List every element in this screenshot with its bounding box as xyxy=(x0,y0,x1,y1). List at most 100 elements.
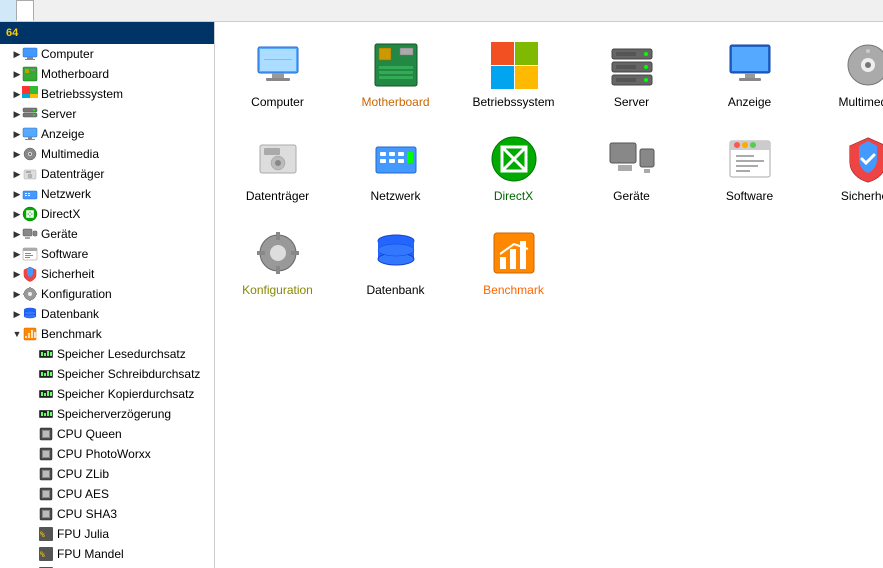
sidebar-item-motherboard[interactable]: ▶Motherboard xyxy=(0,64,214,84)
sidebar-item-fpu-sinjulia[interactable]: %FPU SinJulia xyxy=(0,564,214,568)
network-large-icon xyxy=(372,135,420,183)
sidebar-item-konfiguration[interactable]: ▶ Konfiguration xyxy=(0,284,214,304)
sidebar-item-netzwerk[interactable]: ▶Netzwerk xyxy=(0,184,214,204)
sidebar-item-directx[interactable]: ▶DirectX xyxy=(0,204,214,224)
software-large-icon xyxy=(726,135,774,183)
expand-arrow: ▶ xyxy=(12,149,22,160)
sidebar-item-speicher-verz[interactable]: Speicherverzögerung xyxy=(0,404,214,424)
sidebar-item-speicher-schreib[interactable]: Speicher Schreibdurchsatz xyxy=(0,364,214,384)
grid-item-benchmark[interactable]: Benchmark xyxy=(461,220,566,306)
sidebar-item-label: Server xyxy=(41,107,76,121)
benchmark-icon xyxy=(22,326,38,342)
grid-item-computer[interactable]: Computer xyxy=(225,32,330,118)
sidebar-item-label: CPU PhotoWorxx xyxy=(57,447,151,461)
config-large-icon xyxy=(254,229,302,277)
sidebar-item-multimedia[interactable]: ▶Multimedia xyxy=(0,144,214,164)
svg-text:%: % xyxy=(40,530,45,539)
grid-item-konfiguration[interactable]: Konfiguration xyxy=(225,220,330,306)
grid-item-motherboard[interactable]: Motherboard xyxy=(343,32,448,118)
fpu-bench-icon: % xyxy=(38,526,54,542)
sidebar-item-cpu-zlib[interactable]: CPU ZLib xyxy=(0,464,214,484)
sidebar-item-computer[interactable]: ▶ Computer xyxy=(0,44,214,64)
expand-arrow: ▶ xyxy=(12,129,22,140)
favorites-tab[interactable] xyxy=(16,0,34,21)
sidebar-item-sicherheit[interactable]: ▶ Sicherheit xyxy=(0,264,214,284)
motherboard-large-icon xyxy=(372,41,420,89)
grid-item-label: Multimedia xyxy=(838,95,883,109)
grid-item-software[interactable]: Software xyxy=(697,126,802,212)
grid-item-datenbank[interactable]: Datenbank xyxy=(343,220,448,306)
grid-item-directx[interactable]: DirectX xyxy=(461,126,566,212)
sidebar-item-datenbank[interactable]: ▶Datenbank xyxy=(0,304,214,324)
grid-item-datentraeger[interactable]: Datenträger xyxy=(225,126,330,212)
aida-icon: 64 xyxy=(6,27,18,39)
grid-item-netzwerk[interactable]: Netzwerk xyxy=(343,126,448,212)
grid-item-label: Konfiguration xyxy=(242,283,313,297)
expand-arrow: ▶ xyxy=(12,289,22,300)
sidebar-item-fpu-mandel[interactable]: %FPU Mandel xyxy=(0,544,214,564)
grid-item-label: Computer xyxy=(251,95,304,109)
grid-item-label: Software xyxy=(726,189,773,203)
sidebar-item-cpu-queen[interactable]: CPU Queen xyxy=(0,424,214,444)
sidebar-item-cpu-sha3[interactable]: CPU SHA3 xyxy=(0,504,214,524)
grid-item-multimedia[interactable]: Multimedia xyxy=(815,32,883,118)
devices-icon xyxy=(22,226,38,242)
sidebar-item-label: Sicherheit xyxy=(41,267,94,281)
bench-item-icon xyxy=(38,406,54,422)
sidebar-item-software[interactable]: ▶Software xyxy=(0,244,214,264)
sidebar-item-fpu-julia[interactable]: %FPU Julia xyxy=(0,524,214,544)
sidebar-item-geraete[interactable]: ▶Geräte xyxy=(0,224,214,244)
os-icon xyxy=(22,86,38,102)
database-icon xyxy=(22,306,38,322)
multimedia-large-icon xyxy=(844,41,883,89)
expand-arrow: ▶ xyxy=(12,309,22,320)
sidebar-item-label: Speicher Kopierdurchsatz xyxy=(57,387,194,401)
sidebar-item-speicher-kopier[interactable]: Speicher Kopierdurchsatz xyxy=(0,384,214,404)
sidebar-item-label: CPU Queen xyxy=(57,427,122,441)
sidebar-item-label: Datenträger xyxy=(41,167,104,181)
fpu-bench-icon: % xyxy=(38,546,54,562)
sidebar-item-speicher-lese[interactable]: Speicher Lesedurchsatz xyxy=(0,344,214,364)
grid-item-sicherheit[interactable]: Sicherheit xyxy=(815,126,883,212)
grid-item-geraete[interactable]: Geräte xyxy=(579,126,684,212)
sidebar-item-label: Betriebssystem xyxy=(41,87,123,101)
main-container: 64 ▶Computer▶Motherboard▶Betriebssystem▶… xyxy=(0,22,883,568)
sidebar-item-cpu-photo[interactable]: CPU PhotoWorxx xyxy=(0,444,214,464)
security-icon xyxy=(22,266,38,282)
sidebar-item-label: Speicherverzögerung xyxy=(57,407,171,421)
sidebar-item-betriebssystem[interactable]: ▶ Betriebssystem xyxy=(0,84,214,104)
sidebar: 64 ▶Computer▶Motherboard▶Betriebssystem▶… xyxy=(0,22,215,568)
aida-header: 64 xyxy=(0,22,214,44)
sidebar-item-label: Motherboard xyxy=(41,67,109,81)
sidebar-item-datentraeger[interactable]: ▶Datenträger xyxy=(0,164,214,184)
sidebar-item-server[interactable]: ▶Server xyxy=(0,104,214,124)
sidebar-item-anzeige[interactable]: ▶Anzeige xyxy=(0,124,214,144)
expand-arrow: ▶ xyxy=(12,89,22,100)
computer-icon xyxy=(22,46,38,62)
menu-item[interactable] xyxy=(0,0,16,21)
grid-item-server[interactable]: Server xyxy=(579,32,684,118)
sidebar-item-label: Computer xyxy=(41,47,94,61)
grid-item-label: Server xyxy=(614,95,649,109)
grid-item-betriebssystem[interactable]: Betriebssystem xyxy=(461,32,566,118)
software-icon xyxy=(22,246,38,262)
sidebar-item-benchmark[interactable]: ▼Benchmark xyxy=(0,324,214,344)
expand-arrow: ▶ xyxy=(12,49,22,60)
expand-arrow: ▼ xyxy=(12,329,22,339)
sidebar-item-label: Speicher Schreibdurchsatz xyxy=(57,367,200,381)
expand-arrow: ▶ xyxy=(12,249,22,260)
sidebar-item-label: CPU SHA3 xyxy=(57,507,117,521)
sidebar-item-label: Konfiguration xyxy=(41,287,112,301)
expand-arrow: ▶ xyxy=(12,269,22,280)
svg-text:%: % xyxy=(40,550,45,559)
content-grid: Computer Motherboard Betriebssystem xyxy=(225,32,873,306)
expand-arrow: ▶ xyxy=(12,189,22,200)
grid-item-anzeige[interactable]: Anzeige xyxy=(697,32,802,118)
sidebar-item-cpu-aes[interactable]: CPU AES xyxy=(0,484,214,504)
sidebar-item-label: CPU ZLib xyxy=(57,467,109,481)
grid-item-label: Anzeige xyxy=(728,95,771,109)
sidebar-item-label: DirectX xyxy=(41,207,80,221)
network-icon xyxy=(22,186,38,202)
grid-item-label: Geräte xyxy=(613,189,650,203)
config-icon xyxy=(22,286,38,302)
